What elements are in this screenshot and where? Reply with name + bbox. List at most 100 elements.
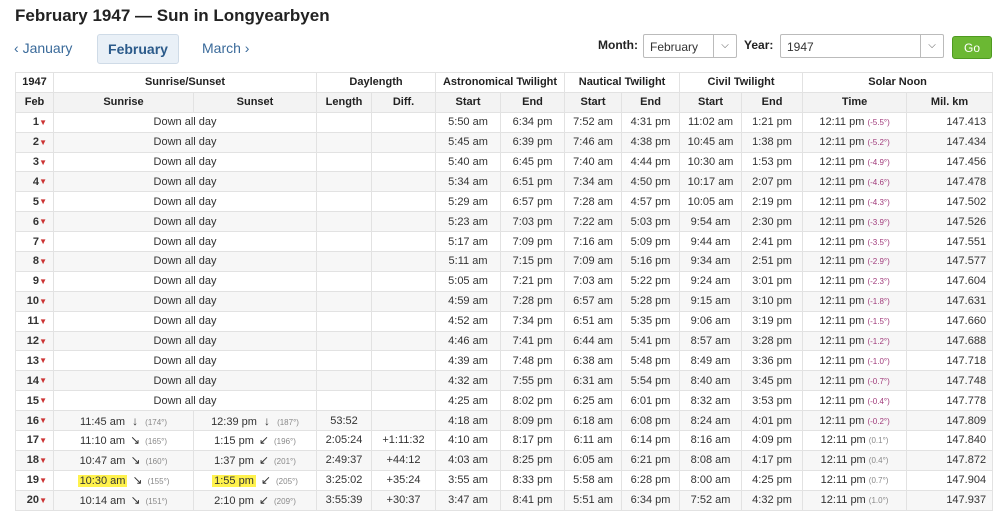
sunrise-cell: 10:47 am ↘ (160°): [53, 449, 194, 471]
civil-end: 4:32 pm: [741, 489, 804, 511]
sunset-azimuth: (196°): [274, 437, 296, 447]
day-cell[interactable]: 18 ▼: [15, 449, 54, 471]
diff-cell: [371, 290, 437, 312]
nautical-end: 6:14 pm: [621, 430, 681, 451]
nautical-end: 4:50 pm: [621, 171, 681, 193]
solar-noon-time: 12:11 pm: [820, 434, 866, 447]
day-cell[interactable]: 11 ▼: [15, 310, 54, 332]
sunrise-cell: 11:10 am ↘ (165°): [53, 430, 194, 451]
civil-start: 9:24 am: [679, 270, 743, 292]
day-number: 7: [32, 235, 39, 248]
day-cell[interactable]: 16 ▼: [15, 410, 54, 432]
solar-noon-altitude: (0.1°): [868, 436, 889, 446]
day-cell[interactable]: 10 ▼: [15, 290, 54, 312]
sunrise-azimuth: (165°): [145, 437, 168, 447]
length-cell: [316, 151, 373, 173]
day-cell[interactable]: 12 ▼: [15, 330, 54, 352]
civil-end: 4:01 pm: [741, 410, 804, 432]
day-cell[interactable]: 19 ▼: [15, 469, 54, 491]
current-month-tab[interactable]: February: [97, 34, 179, 64]
distance-cell: 147.904: [906, 469, 994, 491]
solar-noon-altitude: (-1.2°): [867, 337, 890, 347]
nautical-start: 7:28 am: [564, 191, 623, 213]
month-select[interactable]: February ⌵: [643, 34, 737, 58]
solar-noon-time: 12:11 pm: [819, 116, 865, 129]
diff-cell: [371, 370, 437, 392]
nautical-start: 7:34 am: [564, 171, 623, 193]
day-cell[interactable]: 7 ▼: [15, 231, 54, 253]
day-cell[interactable]: 8 ▼: [15, 251, 54, 272]
astro-start: 4:18 am: [435, 410, 502, 432]
solar-noon-altitude: (-0.2°): [867, 416, 890, 426]
day-number: 11: [27, 315, 39, 328]
day-cell[interactable]: 4 ▼: [15, 171, 54, 193]
year-input[interactable]: 1947 ⌵: [780, 34, 944, 58]
month-select-value: February: [650, 40, 699, 54]
day-cell[interactable]: 1 ▼: [15, 111, 54, 133]
civil-start: 8:32 am: [679, 390, 743, 412]
sunrise-time: 10:30 am: [77, 475, 128, 488]
chevron-down-icon: ▼: [39, 356, 47, 366]
solar-noon-cell: 12:11 pm (-4.6°): [802, 171, 908, 193]
astro-end: 8:02 pm: [500, 390, 566, 412]
civil-start: 9:15 am: [679, 290, 743, 312]
day-cell[interactable]: 2 ▼: [15, 131, 54, 153]
civil-end: 4:17 pm: [741, 449, 804, 471]
sunset-time: 1:55 pm: [212, 475, 256, 488]
go-button[interactable]: Go: [952, 36, 992, 59]
nautical-start: 6:31 am: [564, 370, 623, 392]
length-cell: [316, 270, 373, 292]
solar-noon-altitude: (0.7°): [868, 476, 889, 486]
day-cell[interactable]: 17 ▼: [15, 430, 54, 451]
length-cell: [316, 290, 373, 312]
table-row: 12 ▼ Down all day 4:46 am 7:41 pm 6:44 am 5:41…: [15, 330, 994, 352]
header-length: Length: [316, 91, 373, 113]
solar-noon-time: 12:11 pm: [819, 255, 865, 268]
solar-noon-cell: 12:11 pm (0.7°): [802, 469, 908, 491]
solar-noon-cell: 12:11 pm (-1.8°): [802, 290, 908, 312]
solar-noon-altitude: (-5.2°): [867, 138, 890, 148]
distance-cell: 147.778: [906, 390, 994, 412]
day-cell[interactable]: 3 ▼: [15, 151, 54, 173]
header-solar-noon: Solar Noon: [802, 72, 994, 93]
prev-month-link[interactable]: ‹ January: [14, 34, 72, 62]
nautical-start: 7:46 am: [564, 131, 623, 153]
sunrise-cell: 11:45 am ↓ (174°): [53, 410, 194, 432]
day-cell[interactable]: 20 ▼: [15, 489, 54, 511]
distance-cell: 147.526: [906, 211, 994, 233]
sun-direction-arrow-icon: ↓: [264, 413, 270, 428]
solar-noon-cell: 12:11 pm (-1.0°): [802, 350, 908, 372]
day-cell[interactable]: 14 ▼: [15, 370, 54, 392]
day-number: 14: [26, 374, 39, 387]
solar-noon-time: 12:11 pm: [819, 394, 865, 407]
day-cell[interactable]: 15 ▼: [15, 390, 54, 412]
nautical-end: 4:57 pm: [621, 191, 681, 213]
distance-cell: 147.809: [906, 410, 994, 432]
civil-end: 3:01 pm: [741, 270, 804, 292]
diff-cell: +1:11:32: [371, 430, 437, 451]
header-nautical-end: End: [621, 91, 681, 113]
next-month-link[interactable]: March ›: [202, 34, 249, 62]
sunrise-azimuth: (155°): [147, 477, 170, 487]
astro-start: 5:34 am: [435, 171, 502, 193]
day-cell[interactable]: 5 ▼: [15, 191, 54, 213]
nautical-start: 6:25 am: [564, 390, 623, 412]
day-cell[interactable]: 9 ▼: [15, 270, 54, 292]
diff-cell: +44:12: [371, 449, 437, 471]
day-number: 8: [32, 255, 39, 268]
chevron-down-icon: ▼: [39, 197, 47, 207]
sun-direction-arrow-icon: ↘: [130, 453, 141, 468]
day-cell[interactable]: 6 ▼: [15, 211, 54, 233]
table-row: 13 ▼ Down all day 4:39 am 7:48 pm 6:38 am 5:48…: [15, 350, 994, 372]
chevron-down-icon: ▼: [39, 376, 47, 386]
day-cell[interactable]: 13 ▼: [15, 350, 54, 372]
astro-end: 7:34 pm: [500, 310, 566, 332]
chevron-down-icon: ▼: [39, 416, 47, 426]
astro-end: 7:48 pm: [500, 350, 566, 372]
header-noon-time: Time: [802, 91, 908, 113]
civil-start: 8:00 am: [679, 469, 743, 491]
diff-cell: [371, 310, 437, 332]
solar-noon-cell: 12:11 pm (-1.2°): [802, 330, 908, 352]
diff-cell: [371, 270, 437, 292]
astro-end: 6:51 pm: [500, 171, 566, 193]
